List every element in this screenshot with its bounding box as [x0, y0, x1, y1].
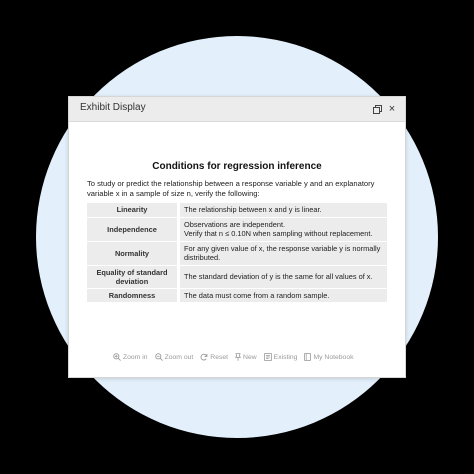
reset-button[interactable]: Reset: [200, 353, 228, 361]
condition-description: Observations are independent. Verify that…: [180, 217, 387, 241]
zoom-out-button[interactable]: Zoom out: [154, 353, 194, 361]
condition-description-line: The standard deviation of y is the same …: [184, 271, 373, 281]
zoom-out-label: Zoom out: [164, 353, 194, 361]
reset-label: Reset: [210, 353, 229, 361]
zoom-in-button[interactable]: Zoom in: [113, 353, 148, 361]
restore-window-icon[interactable]: [371, 103, 383, 115]
condition-description: For any given value of x, the response v…: [180, 241, 387, 265]
content-heading: Conditions for regression inference: [152, 161, 322, 172]
close-icon[interactable]: ×: [386, 103, 398, 115]
exhibit-content: Conditions for regression inference To s…: [87, 161, 387, 303]
condition-row: Normality For any given value of x, the r…: [87, 241, 387, 265]
new-button[interactable]: New: [235, 353, 257, 361]
condition-row: Equality of standard deviation The standa…: [87, 265, 387, 288]
condition-description: The relationship between x and y is line…: [180, 203, 387, 217]
condition-row: Independence Observations are independent…: [87, 217, 387, 241]
condition-label: Linearity: [87, 203, 180, 217]
zoom-out-icon: [154, 353, 163, 361]
notebook-icon: [304, 353, 312, 361]
new-label: New: [243, 353, 257, 361]
my-notebook-button[interactable]: My Notebook: [304, 353, 354, 361]
dialog-title: Exhibit Display: [80, 102, 146, 113]
zoom-in-icon: [113, 353, 121, 361]
condition-description-line: Verify that n ≤ 0.10N when sampling with…: [184, 229, 373, 238]
pin-icon: [235, 353, 242, 361]
zoom-in-label: Zoom in: [123, 353, 148, 361]
condition-row: Randomness The data must come from a rand…: [87, 288, 387, 302]
condition-label: Equality of standard deviation: [87, 265, 180, 288]
condition-row: Linearity The relationship between x and …: [87, 203, 387, 217]
dialog-titlebar[interactable]: Exhibit Display ×: [69, 97, 405, 122]
existing-note-icon: [263, 353, 272, 361]
condition-label: Randomness: [87, 288, 180, 302]
exhibit-dialog: Exhibit Display × Conditions for regress…: [68, 96, 406, 378]
condition-description-line: The relationship between x and y is line…: [184, 205, 322, 214]
exhibit-toolbar: Zoom in Zoom out Reset New Existing My N…: [113, 353, 354, 361]
existing-label: Existing: [273, 353, 298, 361]
my-notebook-label: My Notebook: [313, 353, 354, 361]
condition-label: Normality: [87, 241, 180, 265]
reset-icon: [200, 353, 208, 361]
condition-label: Independence: [87, 217, 180, 241]
condition-description-line: The data must come from a random sample.: [184, 290, 330, 300]
condition-description: The standard deviation of y is the same …: [180, 265, 387, 288]
condition-description-line: Observations are independent.: [184, 219, 286, 229]
condition-description: The data must come from a random sample.: [180, 288, 387, 302]
existing-button[interactable]: Existing: [263, 353, 298, 361]
conditions-table: Linearity The relationship between x and …: [87, 202, 387, 303]
condition-description-line: For any given value of x, the response v…: [184, 243, 381, 263]
content-intro: To study or predict the relationship bet…: [87, 179, 375, 198]
